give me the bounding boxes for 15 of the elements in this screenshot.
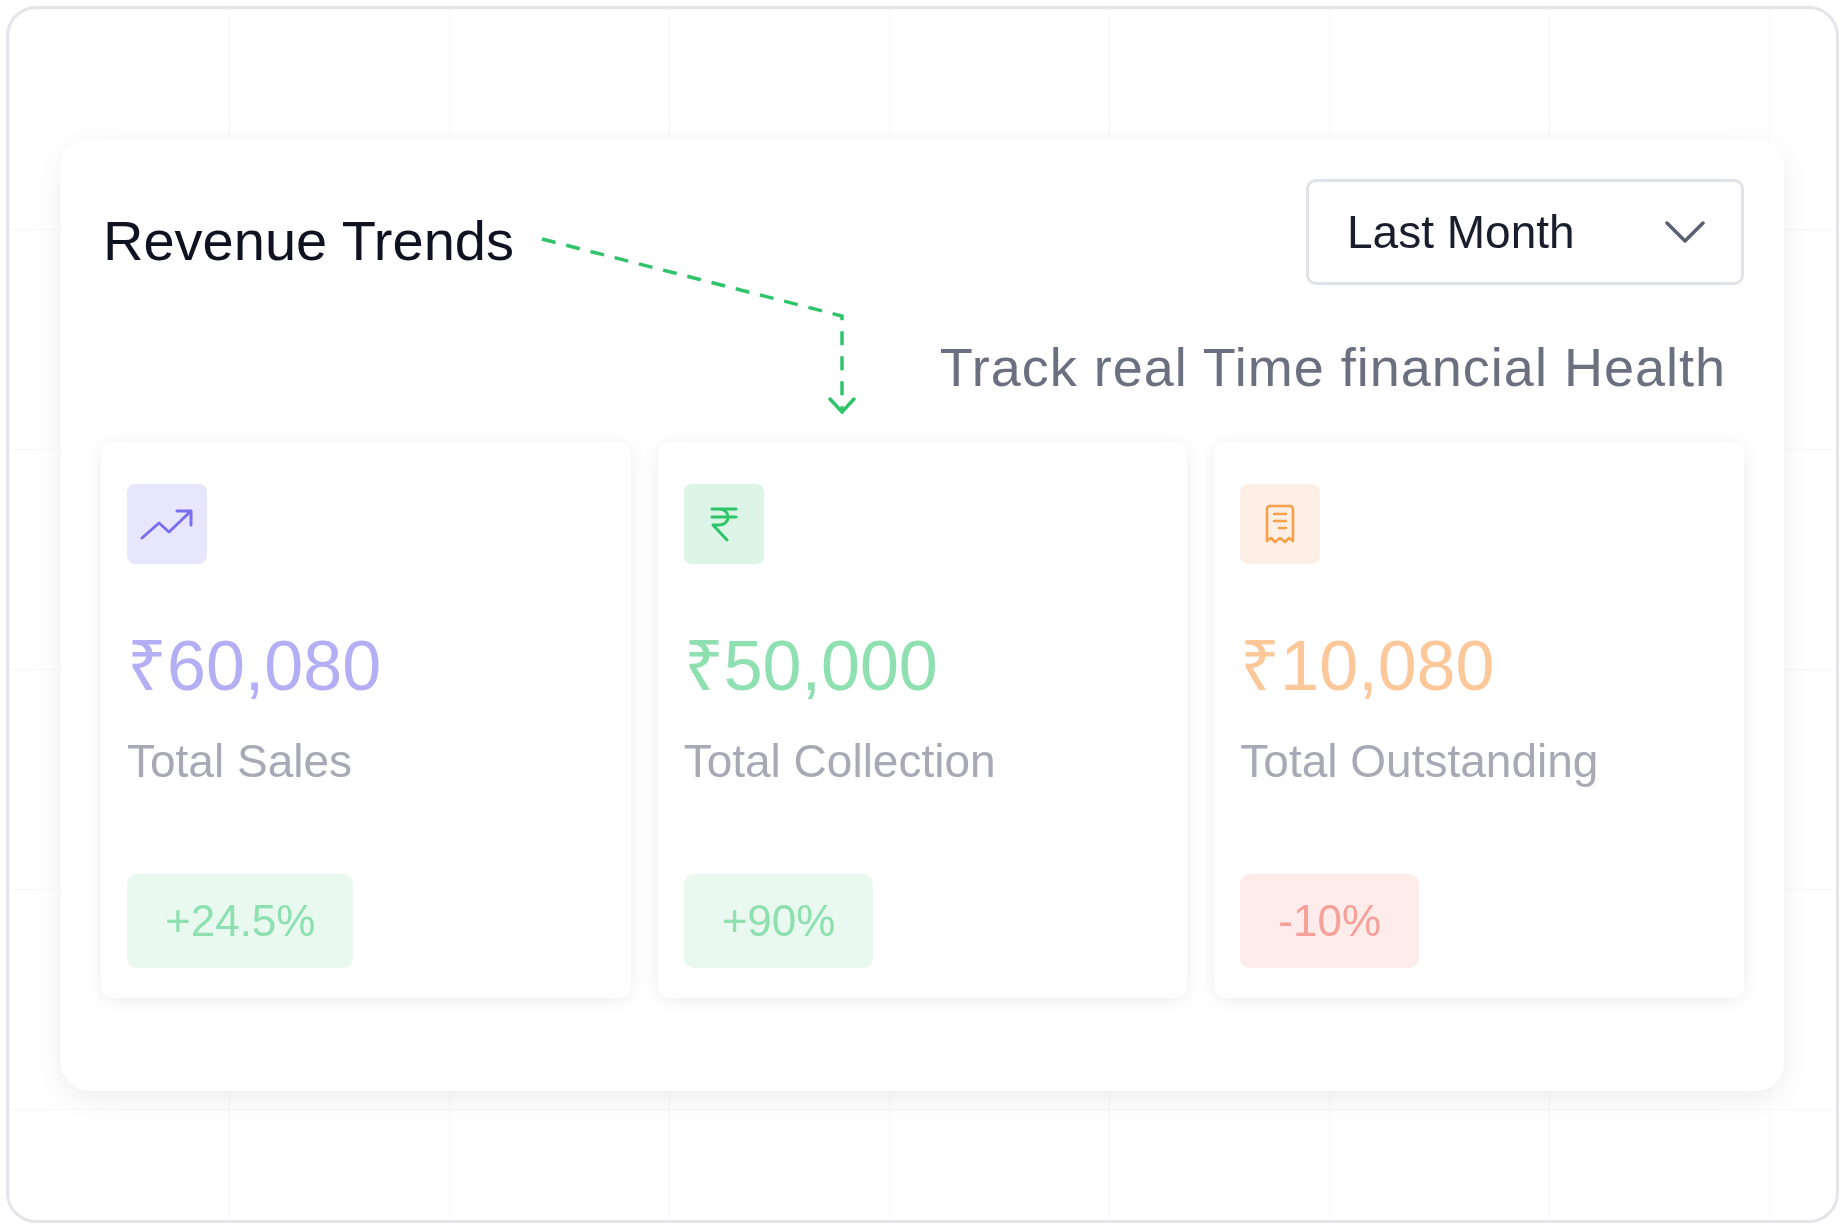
stat-value: ₹10,080: [1240, 628, 1496, 705]
stat-label: Total Outstanding: [1240, 734, 1600, 789]
period-dropdown[interactable]: Last Month: [1306, 179, 1744, 285]
change-tag: +90%: [683, 874, 874, 968]
change-tag: +24.5%: [127, 874, 354, 968]
rupee-icon: [708, 505, 739, 543]
stat-label: Total Collection: [683, 734, 997, 789]
trending-up-icon: [139, 507, 195, 541]
chevron-down-icon: [1665, 221, 1705, 243]
change-tag: -10%: [1240, 874, 1420, 968]
stat-value: ₹50,000: [683, 628, 939, 705]
annotation-note: Track real Time financial Health: [939, 336, 1726, 399]
section-title: Revenue Trends: [103, 208, 514, 274]
stat-value: ₹60,080: [127, 628, 383, 705]
stat-label: Total Sales: [127, 734, 353, 789]
